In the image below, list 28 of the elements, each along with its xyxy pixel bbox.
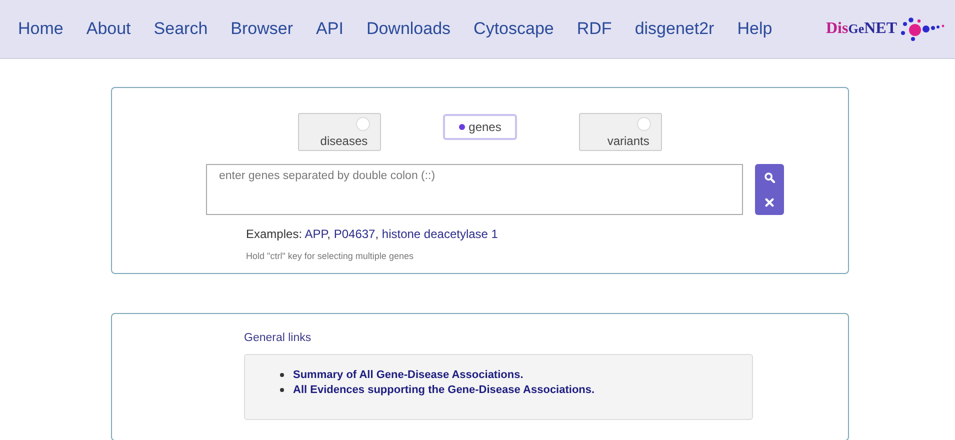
bullet-icon — [280, 388, 284, 392]
general-link[interactable]: Summary of All Gene-Disease Associations. — [293, 369, 524, 381]
nav-link[interactable]: API — [316, 19, 344, 39]
close-icon[interactable] — [765, 198, 774, 208]
nav-link[interactable]: About — [86, 19, 131, 39]
nav-link[interactable]: RDF — [576, 19, 612, 39]
nav-link[interactable]: disgenet2r — [634, 19, 714, 39]
search-icon[interactable] — [764, 172, 775, 183]
example-link[interactable]: APP — [304, 227, 328, 241]
nav-link[interactable]: Home — [18, 19, 64, 39]
logo-text: DisGeNET — [826, 20, 897, 38]
search-field[interactable]: enter genes separated by double colon (::) — [206, 164, 743, 215]
bullet-icon — [280, 373, 284, 377]
hint-text: Hold "ctrl" key for selecting multiple genes — [246, 251, 414, 261]
nav-link[interactable]: Browser — [230, 19, 294, 39]
nav-link[interactable]: Help — [737, 19, 772, 39]
nav-link[interactable]: Cytoscape — [474, 19, 554, 39]
example-link[interactable]: P04637 — [334, 227, 376, 241]
search-type-option[interactable]: genes — [442, 114, 518, 140]
nav-link[interactable]: Search — [154, 19, 208, 39]
search-type-option[interactable]: diseases — [298, 113, 381, 151]
search-type-option[interactable]: variants — [579, 113, 662, 151]
examples-text: Examples: APP, P04637, histone deacetylase 1 — [246, 227, 499, 241]
nav-link[interactable]: Downloads — [366, 19, 451, 39]
general-link[interactable]: All Evidences supporting the Gene-Disease Associations. — [293, 384, 595, 396]
section-title: General links — [244, 332, 312, 344]
example-link[interactable]: histone deacetylase 1 — [382, 227, 498, 241]
logo-dots-icon — [899, 16, 945, 42]
